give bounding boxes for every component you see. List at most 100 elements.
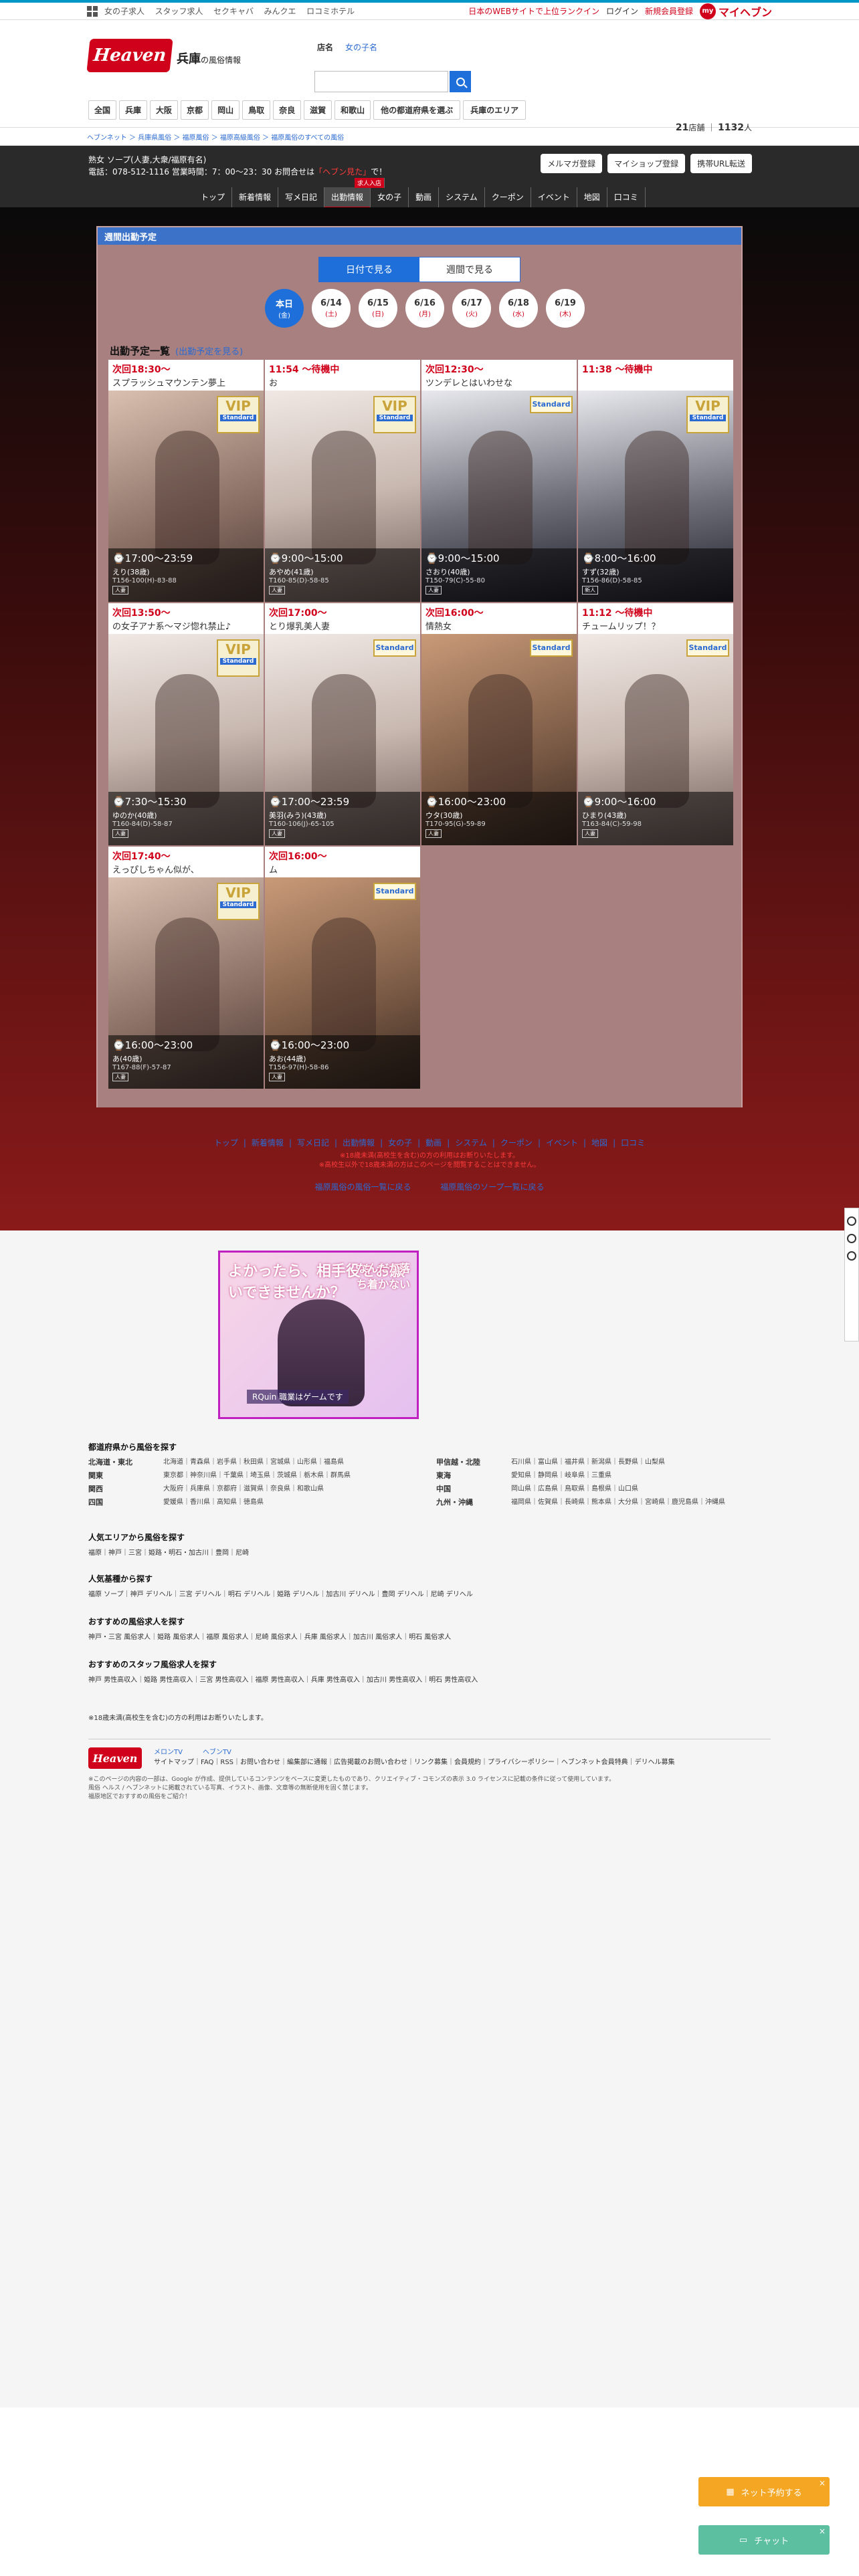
footer-nav-link[interactable]: 出勤情報	[340, 1138, 377, 1148]
pop-area-links[interactable]: 福原｜神戸｜三宮｜姫路・明石・加古川｜豊岡｜尼崎	[88, 1547, 771, 1557]
footer-links[interactable]: サイトマップ｜FAQ｜RSS｜お問い合わせ｜編集部に通報｜広告掲載のお問い合わせ…	[154, 1757, 675, 1767]
region-prefectures[interactable]: 石川県｜富山県｜福井県｜新潟県｜長野県｜山梨県	[511, 1457, 665, 1469]
history-icon[interactable]	[847, 1234, 856, 1243]
day-button[interactable]: 6/17 (火)	[452, 289, 491, 328]
shop-tab-top[interactable]: トップ	[194, 187, 233, 209]
day-button[interactable]: 6/15 (日)	[359, 289, 397, 328]
girl-card[interactable]: 次回16:00〜ム Standard ⌚16:00〜23:00 あお(44歳) T156…	[265, 847, 420, 1089]
girl-card[interactable]: 11:12 〜待機中 チュームリップ！？ Standard ⌚9:00〜16:00 ひま…	[578, 603, 733, 845]
rec-staff-links[interactable]: 神戸 男性高収入｜姫路 男性高収入｜三宮 男性高収入｜福原 男性高収入｜兵庫 男…	[88, 1674, 771, 1684]
area-tab[interactable]: 全国	[88, 100, 117, 120]
region-prefectures[interactable]: 愛知県｜静岡県｜岐阜県｜三重県	[511, 1470, 611, 1482]
day-button[interactable]: 6/19 (木)	[546, 289, 585, 328]
shop-tab-girls[interactable]: 女の子	[371, 187, 409, 209]
footer-nav-link[interactable]: トップ	[211, 1138, 241, 1148]
mailmag-button[interactable]: メルマガ登録	[541, 154, 603, 173]
game-banner[interactable]: よかったら、相手役をお願いできませんか？ なんだか落ち着かない RQuin 職業…	[218, 1251, 419, 1419]
pop-genre-links[interactable]: 福原 ソープ｜神戸 デリヘル｜三宮 デリヘル｜明石 デリヘル｜姫路 デリヘル｜加…	[88, 1588, 771, 1598]
top-link[interactable]: 女の子求人	[104, 7, 145, 16]
day-button[interactable]: 6/18 (水)	[499, 289, 538, 328]
top-link[interactable]: スタッフ求人	[155, 7, 203, 16]
girl-card[interactable]: 11:54 〜待機中お VIP Standard ⌚9:00〜15:00 あやめ(41歳…	[265, 360, 420, 602]
girl-card[interactable]: 11:38 〜待機中 VIP Standard ⌚8:00〜16:00 すず(32歳) T…	[578, 360, 733, 602]
shop-tab-diary[interactable]: 写メ日記	[278, 187, 325, 209]
day-button[interactable]: 6/14 (土)	[312, 289, 351, 328]
vip-badge: VIP Standard	[217, 639, 260, 677]
area-tab[interactable]: 奈良	[273, 100, 302, 120]
footer-nav-link[interactable]: システム	[452, 1138, 490, 1148]
region-prefectures[interactable]: 東京都｜神奈川県｜千葉県｜埼玉県｜茨城県｜栃木県｜群馬県	[163, 1470, 351, 1482]
toggle-by-date[interactable]: 日付で見る	[319, 257, 419, 282]
shop-tab-review[interactable]: 口コミ	[607, 187, 646, 209]
footer-nav-link[interactable]: 写メ日記	[294, 1138, 332, 1148]
top-link[interactable]: みんクエ	[264, 7, 296, 16]
schedule-section: 週間出勤予定 日付で見る 週間で見る 本日 (金) 6/14 (土) 6/15 (日)…	[0, 207, 859, 1230]
footer-nav-link[interactable]: 女の子	[385, 1138, 415, 1148]
area-tab[interactable]: 和歌山	[335, 100, 371, 120]
area-tab[interactable]: 大阪	[150, 100, 179, 120]
footer-nav-link[interactable]: イベント	[543, 1138, 581, 1148]
shop-tab-event[interactable]: イベント	[531, 187, 577, 209]
region-prefectures[interactable]: 大阪府｜兵庫県｜京都府｜滋賀県｜奈良県｜和歌山県	[163, 1483, 324, 1495]
girl-photo-figure	[312, 674, 376, 808]
day-button[interactable]: 本日 (金)	[265, 289, 304, 328]
heaven-logo[interactable]: Heaven	[86, 39, 173, 72]
menu-grid-icon[interactable]	[87, 5, 98, 17]
top-link[interactable]: ロコミホテル	[306, 7, 355, 16]
area-tab[interactable]: 兵庫	[119, 100, 148, 120]
footer-nav-link[interactable]: 動画	[423, 1138, 444, 1148]
footer-nav-link[interactable]: クーポン	[498, 1138, 535, 1148]
shop-tab-new[interactable]: 新着情報	[232, 187, 279, 209]
net-reserve-button[interactable]: ▦ ネット予約する ×	[698, 2477, 830, 2506]
shop-tab-system[interactable]: システム	[439, 187, 485, 209]
area-tab[interactable]: 京都	[181, 100, 209, 120]
day-button[interactable]: 6/16 (月)	[405, 289, 444, 328]
card-tag: 人妻	[112, 1073, 128, 1081]
chat-button[interactable]: ▭ チャット ×	[698, 2525, 830, 2555]
footer-nav-link[interactable]: 地図	[589, 1138, 610, 1148]
shop-tab-video[interactable]: 動画	[409, 187, 440, 209]
area-tab-hyogo[interactable]: 兵庫のエリア	[463, 100, 527, 120]
shop-tab-map[interactable]: 地図	[577, 187, 607, 209]
favorite-icon[interactable]	[847, 1216, 856, 1226]
myheaven-button[interactable]: my マイヘブン	[699, 3, 772, 19]
area-tab[interactable]: 滋賀	[304, 100, 332, 120]
girl-card[interactable]: 次回16:00〜 情熱女 Standard ⌚16:00〜23:00 ウタ(30歳) T1…	[421, 603, 577, 845]
toggle-by-week[interactable]: 週間で見る	[419, 257, 520, 282]
ranking-link[interactable]: 日本のWEBサイトで上位ランクイン	[468, 5, 599, 17]
mobile-url-button[interactable]: 携帯URL転送	[690, 154, 752, 173]
share-icon[interactable]	[847, 1251, 856, 1261]
heaven-tv-link[interactable]: ヘブンTV	[203, 1747, 231, 1757]
melon-tv-link[interactable]: メロンTV	[154, 1747, 183, 1757]
search-input[interactable]	[314, 71, 448, 92]
region-prefectures[interactable]: 愛媛県｜香川県｜高知県｜徳島県	[163, 1497, 264, 1509]
footer-logo[interactable]: Heaven	[88, 1747, 142, 1769]
area-tab-other[interactable]: 他の都道府県を選ぶ	[373, 100, 461, 120]
girl-card[interactable]: 次回18:30〜 スプラッシュマウンテン夢上 VIP Standard ⌚17:00〜2…	[108, 360, 264, 602]
myshop-button[interactable]: マイショップ登録	[607, 154, 686, 173]
area-tab[interactable]: 鳥取	[242, 100, 271, 120]
footer-nav-link[interactable]: 口コミ	[618, 1138, 648, 1148]
girl-card[interactable]: 次回17:40〜 えっぴしちゃん似が、 VIP Standard ⌚16:00〜23:0…	[108, 847, 264, 1089]
footer-nav-link[interactable]: 新着情報	[249, 1138, 286, 1148]
top-link[interactable]: セクキャバ	[213, 7, 254, 16]
girl-card[interactable]: 次回13:50〜 の女子アナ系〜マジ惚れ禁止♪ VIP Standard ⌚7:30〜1…	[108, 603, 264, 845]
rec-girl-links[interactable]: 神戸・三宮 風俗求人｜姫路 風俗求人｜福原 風俗求人｜尼崎 風俗求人｜兵庫 風俗…	[88, 1631, 771, 1641]
list-title-link[interactable]: (出勤予定を見る)	[175, 347, 243, 357]
close-icon[interactable]: ×	[819, 2527, 826, 2536]
area-tab[interactable]: 岡山	[211, 100, 240, 120]
back-to-soap-link[interactable]: 福原風俗のソープ一覧に戻る	[440, 1182, 544, 1192]
shop-tab-schedule[interactable]: 出勤情報	[324, 187, 371, 209]
girl-card[interactable]: 次回12:30〜 ツンデレとはいわせな Standard ⌚9:00〜15:00 さおり…	[421, 360, 577, 602]
region-prefectures[interactable]: 岡山県｜広島県｜鳥取県｜島根県｜山口県	[511, 1483, 638, 1495]
card-name: ゆのか(40歳)	[112, 811, 157, 820]
register-link[interactable]: 新規会員登録	[645, 5, 693, 17]
girl-card[interactable]: 次回17:00〜 とり爆乳美人妻 Standard ⌚17:00〜23:59 美羽(みう…	[265, 603, 420, 845]
login-link[interactable]: ログイン	[606, 5, 638, 17]
back-to-list-link[interactable]: 福原風俗の風俗一覧に戻る	[314, 1182, 411, 1192]
region-prefectures[interactable]: 北海道｜青森県｜岩手県｜秋田県｜宮城県｜山形県｜福島県	[163, 1457, 344, 1469]
search-button[interactable]	[450, 71, 471, 92]
shop-tab-coupon[interactable]: クーポン	[485, 187, 531, 209]
region-prefectures[interactable]: 福岡県｜佐賀県｜長崎県｜熊本県｜大分県｜宮崎県｜鹿児島県｜沖縄県	[511, 1497, 725, 1509]
close-icon[interactable]: ×	[819, 2478, 826, 2488]
